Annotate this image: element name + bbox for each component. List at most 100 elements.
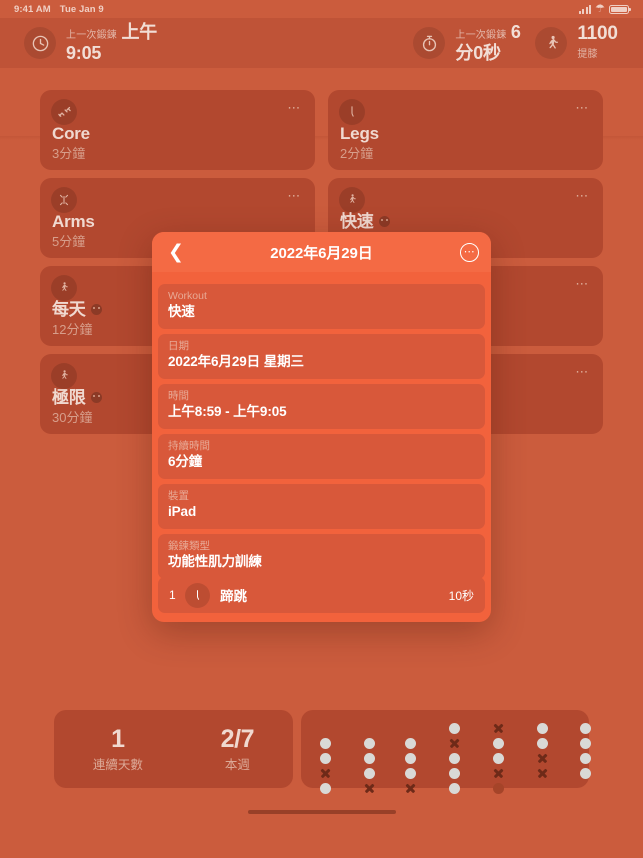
cellular-signal-icon <box>579 4 592 14</box>
running-person-icon <box>535 27 568 59</box>
modal-field-list: Workout 快速 日期 2022年6月29日 星期三 時間 上午8:59 -… <box>152 272 491 579</box>
streak-days-label: 連續天數 <box>92 758 143 772</box>
leg-icon <box>185 582 210 608</box>
card-title: 極限 <box>52 383 102 408</box>
card-duration: 5分鐘 <box>52 234 86 249</box>
x-mark-icon <box>364 783 375 794</box>
card-duration: 30分鐘 <box>52 410 93 425</box>
status-indicators: ☂ <box>579 2 631 15</box>
status-date: Tue Jan 9 <box>59 3 104 15</box>
modal-title: 2022年6月29日 <box>270 244 373 262</box>
field-workout-type[interactable]: 鍛鍊類型 功能性肌力訓練 <box>158 534 485 579</box>
field-date[interactable]: 日期 2022年6月29日 星期三 <box>158 334 485 379</box>
card-title: Legs <box>340 124 379 143</box>
field-label: 日期 <box>168 340 189 352</box>
streak-days-value: 1 <box>111 725 125 753</box>
dot-mark-icon <box>404 768 416 779</box>
stat-label: 上一次鍛鍊 <box>66 30 117 41</box>
field-label: 鍛鍊類型 <box>168 540 210 552</box>
week-progress: 2/7 本週 <box>221 725 255 773</box>
field-workout[interactable]: Workout 快速 <box>158 284 485 329</box>
card-title: Core <box>52 124 90 143</box>
x-mark-icon <box>493 723 504 734</box>
workout-app-screen: 9:41 AM Tue Jan 9 ☂ 上一次鍛鍊 上午9:05 上一次鍛鍊 6… <box>0 0 643 858</box>
exercise-list-item[interactable]: 1 蹄跳 10秒 <box>158 577 485 613</box>
workout-detail-modal: ❮ 2022年6月29日 ⋯ Workout 快速 日期 2022年6月29日 … <box>152 232 491 622</box>
face-badge-icon <box>90 392 102 403</box>
stat-total-reps[interactable]: 1100 提膝 <box>535 24 621 62</box>
dot-mark-icon <box>319 783 331 794</box>
face-badge-icon <box>378 216 390 227</box>
stat-last-workout-duration[interactable]: 上一次鍛鍊 6分0秒 <box>413 22 535 64</box>
streak-days: 1 連續天數 <box>93 725 143 773</box>
ellipsis-icon[interactable]: ⋯ <box>287 189 302 202</box>
x-mark-icon <box>405 783 416 794</box>
face-badge-icon <box>90 304 102 315</box>
exercise-index: 1 <box>169 588 176 602</box>
field-label: 時間 <box>168 390 189 402</box>
wifi-icon: ☂ <box>595 2 605 15</box>
dot-mark-icon <box>492 753 504 764</box>
ellipsis-icon[interactable]: ⋯ <box>575 365 590 378</box>
field-label: Workout <box>168 290 207 302</box>
stat-value: 6分0秒 <box>455 22 521 63</box>
workout-card-core[interactable]: ⋯ Core 3分鐘 <box>40 90 315 170</box>
workout-card-legs[interactable]: ⋯ Legs 2分鐘 <box>328 90 603 170</box>
dot-mark-icon <box>363 738 375 749</box>
field-value: 快速 <box>168 304 195 319</box>
stat-value: 1100 <box>577 23 618 44</box>
dot-mark-icon <box>536 723 548 734</box>
clock-icon <box>24 27 56 59</box>
dot-mark-faded-icon <box>492 783 504 794</box>
card-duration: 12分鐘 <box>52 322 93 337</box>
dumbbell-icon <box>51 99 77 125</box>
week-activity-grid[interactable] <box>301 710 592 794</box>
dot-mark-icon <box>363 753 375 764</box>
ellipsis-icon[interactable]: ⋯ <box>575 101 590 114</box>
x-mark-icon <box>320 768 331 779</box>
dot-mark-icon <box>579 723 591 734</box>
stat-label: 提膝 <box>577 49 598 60</box>
field-duration[interactable]: 持續時間 6分鐘 <box>158 434 485 479</box>
card-title: Arms <box>52 212 95 231</box>
modal-header: ❮ 2022年6月29日 ⋯ <box>152 232 491 272</box>
dot-mark-icon <box>579 768 591 779</box>
field-device[interactable]: 裝置 iPad <box>158 484 485 529</box>
dot-mark-icon <box>448 783 460 794</box>
dot-mark-icon <box>492 738 504 749</box>
week-grid-column <box>447 723 461 794</box>
week-grid-column <box>491 723 505 794</box>
field-label: 持續時間 <box>168 440 210 452</box>
status-time: 9:41 AM <box>14 3 51 15</box>
ellipsis-icon[interactable]: ⋯ <box>575 189 590 202</box>
exercise-name: 蹄跳 <box>220 589 247 604</box>
dot-mark-icon <box>363 768 375 779</box>
home-indicator <box>247 809 396 814</box>
dot-mark-icon <box>404 753 416 764</box>
arms-stretch-icon <box>51 187 77 213</box>
field-value: 上午8:59 - 上午9:05 <box>168 404 287 419</box>
dot-mark-icon <box>579 738 591 749</box>
streak-summary-box[interactable]: 1 連續天數 2/7 本週 <box>54 710 293 788</box>
field-label: 裝置 <box>168 490 189 502</box>
dot-mark-icon <box>448 723 460 734</box>
week-grid-column <box>318 738 332 794</box>
stat-last-workout-time[interactable]: 上一次鍛鍊 上午9:05 <box>24 22 158 64</box>
x-mark-icon <box>493 768 504 779</box>
card-duration: 3分鐘 <box>52 146 86 161</box>
dot-mark-icon <box>319 753 331 764</box>
card-duration: 2分鐘 <box>340 146 374 161</box>
week-grid-column <box>578 723 592 779</box>
dot-mark-icon <box>448 768 460 779</box>
dot-mark-icon <box>319 738 331 749</box>
ellipsis-icon[interactable]: ⋯ <box>575 277 590 290</box>
ellipsis-circle-icon[interactable]: ⋯ <box>460 243 479 262</box>
ellipsis-icon[interactable]: ⋯ <box>287 101 302 114</box>
chevron-left-icon[interactable]: ❮ <box>162 232 190 272</box>
card-title: 每天 <box>52 295 102 320</box>
field-time[interactable]: 時間 上午8:59 - 上午9:05 <box>158 384 485 429</box>
exercise-duration: 10秒 <box>448 588 474 603</box>
ios-status-bar: 9:41 AM Tue Jan 9 ☂ <box>0 0 643 18</box>
card-title: 快速 <box>340 207 390 232</box>
stat-value: 上午9:05 <box>66 22 158 63</box>
